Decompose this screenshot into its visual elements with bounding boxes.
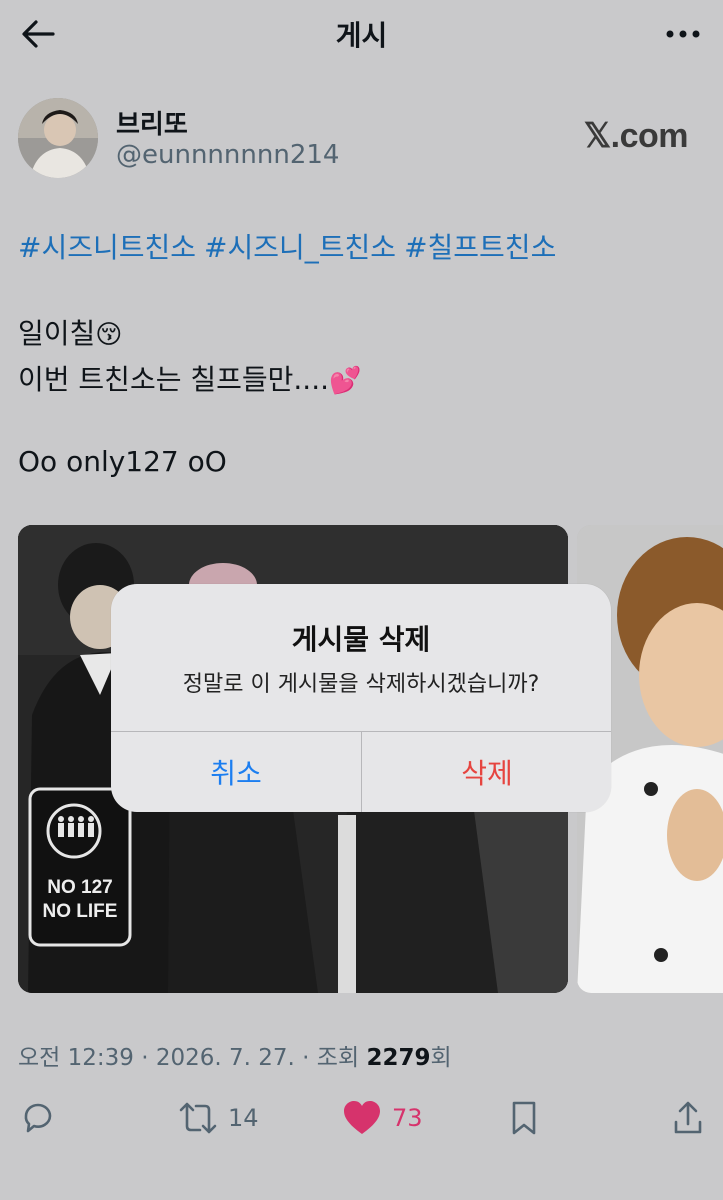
delete-button[interactable]: 삭제 <box>362 732 611 812</box>
dialog-title: 게시물 삭제 <box>291 623 431 656</box>
cancel-button[interactable]: 취소 <box>111 732 361 812</box>
dialog-message: 정말로 이 게시물을 삭제하시겠습니까? <box>182 672 540 697</box>
delete-confirm-dialog: 게시물 삭제 정말로 이 게시물을 삭제하시겠습니까? 취소 삭제 <box>111 584 611 812</box>
